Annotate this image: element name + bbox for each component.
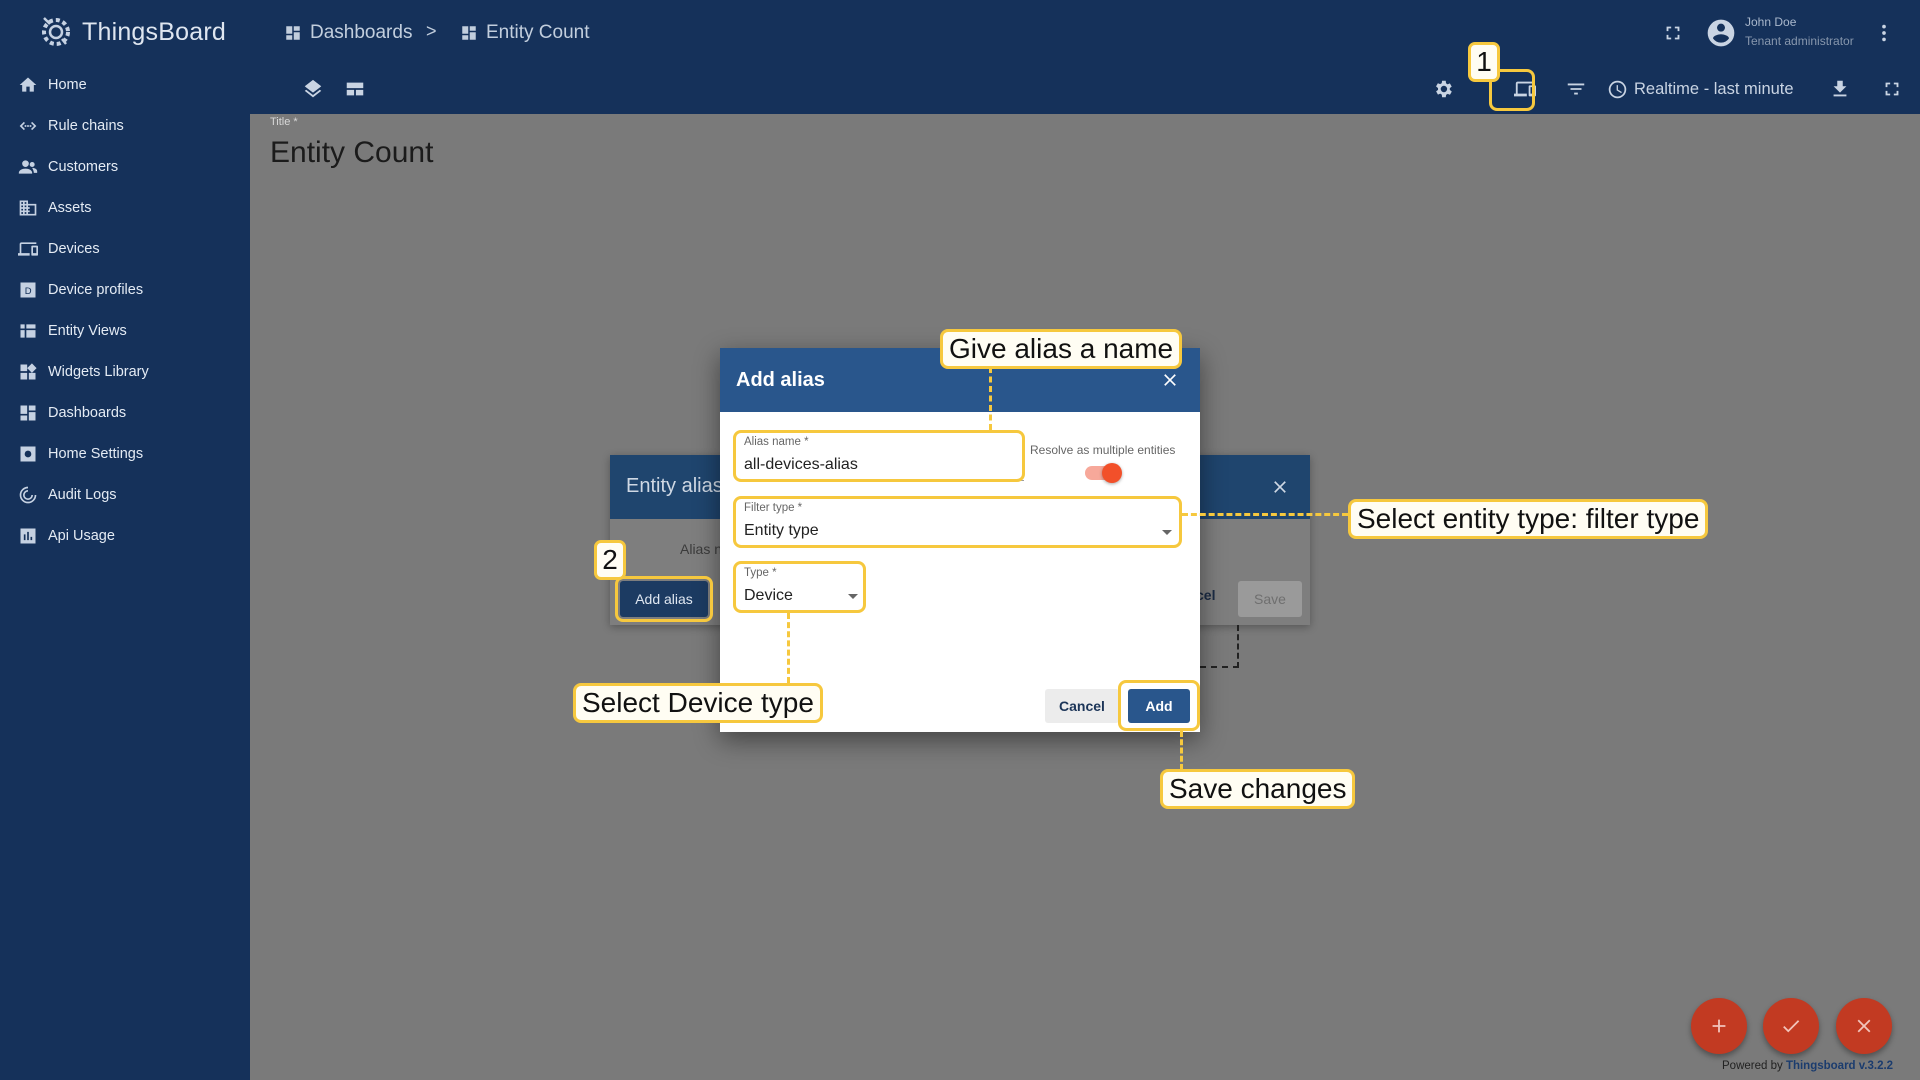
title-label: Title * bbox=[270, 116, 298, 128]
assets-icon bbox=[19, 200, 37, 215]
svg-text:D: D bbox=[25, 286, 32, 297]
user-role: Tenant administrator bbox=[1745, 34, 1854, 48]
callout-select-device: Select Device type bbox=[573, 683, 823, 723]
fullscreen-icon bbox=[1666, 26, 1680, 40]
timewindow-button[interactable]: Realtime - last minute bbox=[1607, 78, 1794, 100]
device-profile-icon: D bbox=[20, 282, 36, 297]
dashboards-icon bbox=[20, 405, 36, 420]
check-icon bbox=[1783, 1020, 1800, 1033]
callout-save-changes: Save changes bbox=[1160, 769, 1356, 809]
sidebar-item-device-profiles[interactable]: D Device profiles bbox=[0, 269, 250, 310]
devices-icon bbox=[18, 241, 38, 256]
filter-list-icon bbox=[1567, 83, 1585, 95]
resolve-multiple-label: Resolve as multiple entities bbox=[1030, 443, 1176, 457]
connector-save-changes bbox=[1180, 731, 1183, 770]
dashboards-icon bbox=[286, 26, 300, 40]
plus-icon bbox=[1712, 1019, 1726, 1033]
apply-changes-button[interactable] bbox=[1763, 998, 1819, 1054]
highlight-alias-name bbox=[733, 430, 1025, 482]
callout-give-name: Give alias a name bbox=[940, 329, 1183, 369]
layouts-button[interactable] bbox=[342, 76, 368, 102]
connector-select-device bbox=[787, 613, 790, 683]
app-name: ThingsBoard bbox=[82, 17, 226, 46]
dashboards-icon bbox=[462, 26, 476, 40]
filters-button[interactable] bbox=[1563, 76, 1589, 102]
fullscreen-icon bbox=[1885, 82, 1899, 96]
close-icon bbox=[1857, 1019, 1871, 1033]
gear-icon bbox=[1436, 80, 1452, 98]
breadcrumb-separator: > bbox=[426, 21, 437, 41]
export-button[interactable] bbox=[1827, 76, 1853, 102]
sidebar-item-entity-views[interactable]: Entity Views bbox=[0, 310, 250, 351]
sidebar-item-home[interactable]: Home bbox=[0, 64, 250, 105]
step-2-badge: 2 bbox=[594, 540, 626, 580]
clock-icon bbox=[1608, 80, 1627, 98]
more-vert-icon bbox=[1882, 24, 1886, 42]
sidebar-item-customers[interactable]: Customers bbox=[0, 146, 250, 187]
highlight-type bbox=[733, 561, 866, 613]
app-logo[interactable]: ThingsBoard bbox=[36, 12, 226, 52]
add-alias-close-button[interactable] bbox=[1160, 370, 1180, 390]
toggle-knob bbox=[1102, 463, 1122, 483]
user-name: John Doe bbox=[1745, 15, 1797, 29]
page-title[interactable]: Entity Count bbox=[270, 136, 433, 170]
sidebar-item-widgets-library[interactable]: Widgets Library bbox=[0, 351, 250, 392]
home-icon bbox=[19, 77, 37, 92]
highlight-add-alias bbox=[615, 576, 713, 622]
resolve-multiple-toggle[interactable] bbox=[1085, 463, 1122, 483]
sidebar-item-devices[interactable]: Devices bbox=[0, 228, 250, 269]
highlight-add-button bbox=[1118, 680, 1200, 731]
add-alias-cancel-button[interactable]: Cancel bbox=[1045, 689, 1119, 723]
alias-name-column-header: Alias n bbox=[680, 541, 723, 557]
close-icon bbox=[1274, 481, 1286, 493]
top-bar: Dashboards > Entity Count John Doe Tenan… bbox=[250, 0, 1920, 114]
rule-chain-icon bbox=[19, 121, 37, 130]
audit-icon bbox=[19, 486, 37, 503]
sidebar-item-dashboards[interactable]: Dashboards bbox=[0, 392, 250, 433]
sidebar: ThingsBoard Home Rule chains Customers A… bbox=[0, 0, 250, 1080]
close-icon bbox=[1164, 374, 1176, 386]
account-circle-icon bbox=[1707, 19, 1735, 47]
layers-icon bbox=[304, 79, 322, 98]
step-1-badge: 1 bbox=[1468, 42, 1500, 82]
fullscreen-top-button[interactable] bbox=[1660, 20, 1686, 46]
connector-give-name bbox=[989, 367, 992, 430]
callout-select-entity: Select entity type: filter type bbox=[1348, 499, 1709, 539]
thingsboard-logo-icon bbox=[42, 17, 70, 46]
dashed-connector bbox=[1200, 625, 1239, 668]
entity-aliases-save-button[interactable]: Save bbox=[1238, 581, 1302, 617]
sidebar-item-assets[interactable]: Assets bbox=[0, 187, 250, 228]
decline-changes-button[interactable] bbox=[1836, 998, 1892, 1054]
highlight-filter-type bbox=[733, 496, 1182, 548]
breadcrumb-entity-count: Entity Count bbox=[460, 20, 590, 46]
fullscreen-button[interactable] bbox=[1879, 76, 1905, 102]
settings-icon bbox=[20, 446, 36, 461]
customers-icon bbox=[18, 159, 38, 174]
entity-aliases-title: Entity alias bbox=[626, 475, 723, 497]
powered-by: Powered by Thingsboard v.3.2.2 bbox=[1722, 1060, 1894, 1072]
version-link[interactable]: Thingsboard v.3.2.2 bbox=[1786, 1060, 1893, 1072]
layout-icon bbox=[346, 82, 364, 96]
sidebar-item-api-usage[interactable]: Api Usage bbox=[0, 515, 250, 556]
avatar[interactable] bbox=[1704, 16, 1738, 50]
sidebar-item-rule-chains[interactable]: Rule chains bbox=[0, 105, 250, 146]
entity-aliases-close-button[interactable] bbox=[1270, 477, 1290, 497]
connector-select-entity bbox=[1182, 513, 1348, 516]
settings-button[interactable] bbox=[1430, 76, 1456, 102]
widgets-icon bbox=[20, 362, 37, 379]
api-usage-icon bbox=[20, 528, 36, 543]
layers-button[interactable] bbox=[300, 76, 326, 102]
add-widget-button[interactable] bbox=[1691, 998, 1747, 1054]
add-alias-title: Add alias bbox=[736, 369, 825, 391]
sidebar-item-audit-logs[interactable]: Audit Logs bbox=[0, 474, 250, 515]
entity-views-icon bbox=[20, 323, 36, 338]
breadcrumb-dashboards[interactable]: Dashboards bbox=[284, 20, 412, 46]
more-menu-button[interactable] bbox=[1871, 20, 1897, 46]
download-icon bbox=[1833, 80, 1847, 97]
sidebar-item-home-settings[interactable]: Home Settings bbox=[0, 433, 250, 474]
